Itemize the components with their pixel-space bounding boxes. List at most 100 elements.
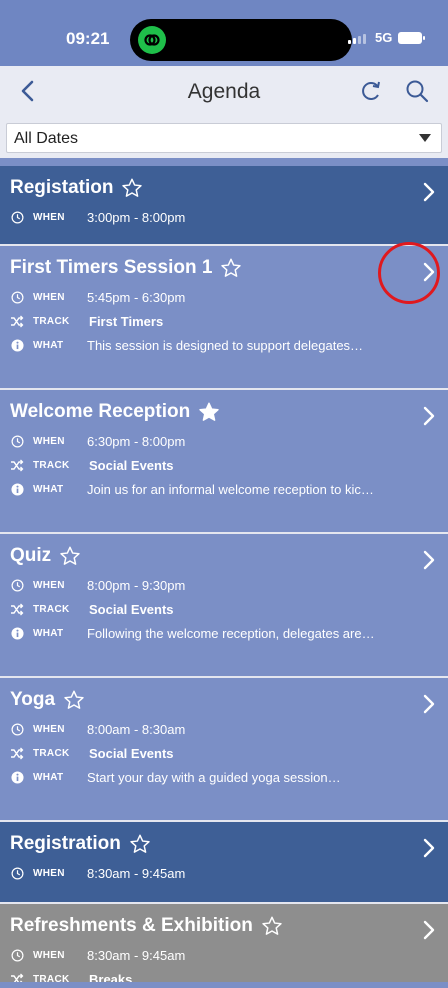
what-row: WHAT Following the welcome reception, de… (10, 626, 443, 641)
info-icon (10, 771, 24, 785)
track-label: TRACK (33, 604, 70, 615)
track-label: TRACK (33, 316, 70, 327)
agenda-item-title: Refreshments & Exhibition (10, 915, 253, 936)
chevron-right-icon[interactable] (422, 919, 436, 941)
shuffle-icon (10, 747, 24, 761)
star-outline-icon[interactable] (63, 689, 85, 711)
when-label: WHEN (33, 868, 65, 879)
star-outline-icon[interactable] (129, 833, 151, 855)
when-label: WHEN (33, 212, 65, 223)
agenda-item-header: First Timers Session 1 (10, 257, 242, 279)
chevron-right-icon[interactable] (422, 837, 436, 859)
date-filter-select[interactable]: All Dates (6, 123, 442, 153)
agenda-item-title: Registration (10, 833, 121, 854)
chevron-right-icon[interactable] (422, 693, 436, 715)
track-row: TRACK First Timers (10, 314, 163, 329)
dynamic-island (130, 19, 352, 61)
what-label: WHAT (33, 628, 64, 639)
when-row: WHEN 8:00am - 8:30am (10, 722, 185, 737)
star-filled-icon[interactable] (198, 401, 220, 423)
track-value: Social Events (89, 602, 174, 617)
when-label: WHEN (33, 580, 65, 591)
shuffle-icon (10, 315, 24, 329)
star-outline-icon[interactable] (261, 915, 283, 937)
when-label: WHEN (33, 950, 65, 961)
battery-icon (398, 32, 425, 44)
clock-icon (10, 579, 24, 593)
caret-down-icon (419, 134, 431, 142)
when-value: 6:30pm - 8:00pm (87, 434, 186, 449)
status-time: 09:21 (66, 29, 110, 48)
what-row: WHAT This session is designed to support… (10, 338, 443, 353)
info-icon (10, 339, 24, 353)
when-row: WHEN 8:30am - 9:45am (10, 948, 185, 963)
star-outline-icon[interactable] (220, 257, 242, 279)
star-outline-icon[interactable] (59, 545, 81, 567)
app-activity-icon (138, 26, 166, 54)
what-value: Following the welcome reception, delegat… (87, 626, 375, 641)
agenda-item-header: Refreshments & Exhibition (10, 915, 283, 937)
agenda-item-title: Welcome Reception (10, 401, 191, 422)
when-value: 8:30am - 9:45am (87, 948, 186, 963)
track-row: TRACK Social Events (10, 602, 174, 617)
clock-icon (10, 291, 24, 305)
when-value: 8:00am - 8:30am (87, 722, 186, 737)
when-value: 5:45pm - 6:30pm (87, 290, 186, 305)
what-value: This session is designed to support dele… (87, 338, 364, 353)
highlight-circle (378, 242, 440, 304)
status-bar: 09:21 5G (0, 0, 448, 66)
when-row: WHEN 5:45pm - 6:30pm (10, 290, 185, 305)
when-label: WHEN (33, 292, 65, 303)
track-label: TRACK (33, 748, 70, 759)
info-icon (10, 483, 24, 497)
clock-icon (10, 211, 24, 225)
when-value: 8:00pm - 9:30pm (87, 578, 186, 593)
agenda-item-title: Quiz (10, 545, 52, 566)
agenda-item[interactable]: Registation WHEN 3:00pm - 8:00pm (0, 166, 448, 244)
track-row: TRACK Social Events (10, 746, 174, 761)
track-label: TRACK (33, 460, 70, 471)
chevron-right-icon[interactable] (422, 405, 436, 427)
track-value: Social Events (89, 746, 174, 761)
signal-icon (348, 34, 366, 44)
agenda-item-header: Registation (10, 177, 143, 199)
what-row: WHAT Start your day with a guided yoga s… (10, 770, 443, 785)
when-row: WHEN 3:00pm - 8:00pm (10, 210, 185, 225)
star-outline-icon[interactable] (121, 177, 143, 199)
when-row: WHEN 8:30am - 9:45am (10, 866, 185, 881)
chevron-right-icon[interactable] (422, 181, 436, 203)
network-type: 5G (375, 30, 393, 45)
agenda-item-header: Quiz (10, 545, 81, 567)
what-label: WHAT (33, 772, 64, 783)
agenda-item-header: Welcome Reception (10, 401, 220, 423)
date-filter-value: All Dates (14, 130, 79, 147)
refresh-icon[interactable] (358, 78, 384, 104)
when-value: 3:00pm - 8:00pm (87, 210, 186, 225)
when-label: WHEN (33, 724, 65, 735)
info-icon (10, 627, 24, 641)
search-icon[interactable] (404, 78, 430, 104)
agenda-item-header: Yoga (10, 689, 85, 711)
agenda-item-title: Yoga (10, 689, 56, 710)
agenda-item[interactable]: Refreshments & Exhibition WHEN 8:30am - … (0, 904, 448, 987)
when-row: WHEN 6:30pm - 8:00pm (10, 434, 185, 449)
agenda-item-title: First Timers Session 1 (10, 257, 213, 278)
agenda-item[interactable]: Yoga WHEN 8:00am - 8:30am TRACK Social E… (0, 678, 448, 820)
track-value: Social Events (89, 458, 174, 473)
agenda-item[interactable]: Registration WHEN 8:30am - 9:45am (0, 822, 448, 902)
clock-icon (10, 949, 24, 963)
shuffle-icon (10, 459, 24, 473)
shuffle-icon (10, 603, 24, 617)
what-value: Start your day with a guided yoga sessio… (87, 770, 341, 785)
track-row: TRACK Social Events (10, 458, 174, 473)
when-label: WHEN (33, 436, 65, 447)
filter-bar: All Dates (0, 116, 448, 158)
when-row: WHEN 8:00pm - 9:30pm (10, 578, 185, 593)
agenda-item[interactable]: Welcome Reception WHEN 6:30pm - 8:00pm T… (0, 390, 448, 532)
chevron-right-icon[interactable] (422, 549, 436, 571)
agenda-item-title: Registation (10, 177, 114, 198)
what-label: WHAT (33, 340, 64, 351)
clock-icon (10, 435, 24, 449)
agenda-item[interactable]: First Timers Session 2 (0, 982, 448, 988)
agenda-item[interactable]: Quiz WHEN 8:00pm - 9:30pm TRACK Social E… (0, 534, 448, 676)
